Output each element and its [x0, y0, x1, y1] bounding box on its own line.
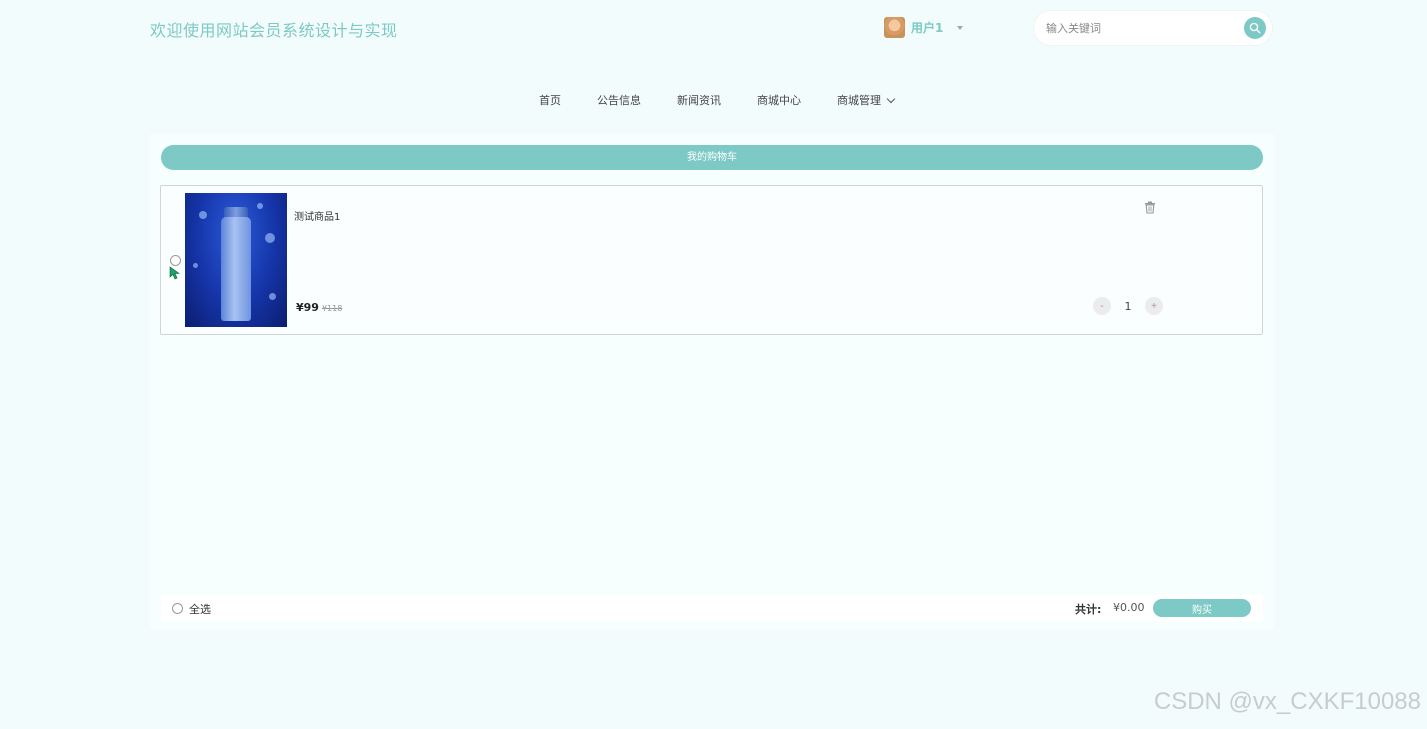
nav-item-news[interactable]: 新闻资讯: [677, 92, 721, 108]
trash-icon[interactable]: [1143, 200, 1157, 214]
nav-item-home[interactable]: 首页: [539, 92, 561, 108]
search-box: [1033, 10, 1273, 46]
search-icon: [1249, 22, 1261, 34]
qty-increase-button[interactable]: +: [1145, 297, 1163, 315]
cart-footer: 全选 共计: ¥0.00 购买: [161, 595, 1263, 621]
site-title: 欢迎使用网站会员系统设计与实现: [150, 21, 398, 40]
nav-label: 商城中心: [757, 94, 801, 107]
qty-value[interactable]: 1: [1111, 300, 1145, 313]
total-label: 共计:: [1075, 603, 1102, 616]
select-all-label[interactable]: 全选: [189, 601, 211, 617]
buy-button[interactable]: 购买: [1153, 599, 1251, 617]
qty-decrease-button[interactable]: -: [1093, 297, 1111, 315]
search-button[interactable]: [1244, 17, 1266, 39]
watermark: CSDN @vx_CXKF10088: [1153, 688, 1421, 715]
nav-label: 新闻资讯: [677, 94, 721, 107]
cart-panel: 我的购物车 测试商品1 ¥99 ¥118 - 1 + 全选 共计: ¥0.00 …: [150, 134, 1274, 630]
nav-label: 首页: [539, 94, 561, 107]
product-image[interactable]: [185, 193, 287, 327]
product-name[interactable]: 测试商品1: [294, 208, 340, 223]
nav-label: 公告信息: [597, 94, 641, 107]
nav-item-mall-admin[interactable]: 商城管理: [837, 92, 896, 108]
price-current: ¥99: [296, 301, 319, 314]
price-original: ¥118: [321, 304, 343, 313]
nav-item-notices[interactable]: 公告信息: [597, 92, 641, 108]
avatar: [884, 17, 905, 38]
page: 欢迎使用网站会员系统设计与实现 用户1 首页 公告信息 新闻资讯 商城中心 商城…: [0, 0, 1427, 729]
nav-item-mall[interactable]: 商城中心: [757, 92, 801, 108]
search-input[interactable]: [1046, 21, 1244, 35]
cart-item: 测试商品1 ¥99 ¥118 - 1 +: [160, 185, 1263, 335]
product-price: ¥99 ¥118: [296, 301, 342, 314]
user-menu[interactable]: 用户1: [884, 17, 964, 38]
item-select-radio[interactable]: [170, 255, 181, 266]
chevron-down-icon: [886, 94, 896, 103]
quantity-stepper: - 1 +: [1093, 297, 1163, 315]
nav-label: 商城管理: [837, 94, 881, 107]
user-name: 用户1: [911, 21, 944, 35]
caret-down-icon: [957, 25, 964, 30]
total-value: ¥0.00: [1113, 601, 1145, 614]
cart-title: 我的购物车: [161, 145, 1263, 170]
cursor-icon: [169, 266, 180, 280]
select-all-radio[interactable]: [172, 603, 183, 614]
